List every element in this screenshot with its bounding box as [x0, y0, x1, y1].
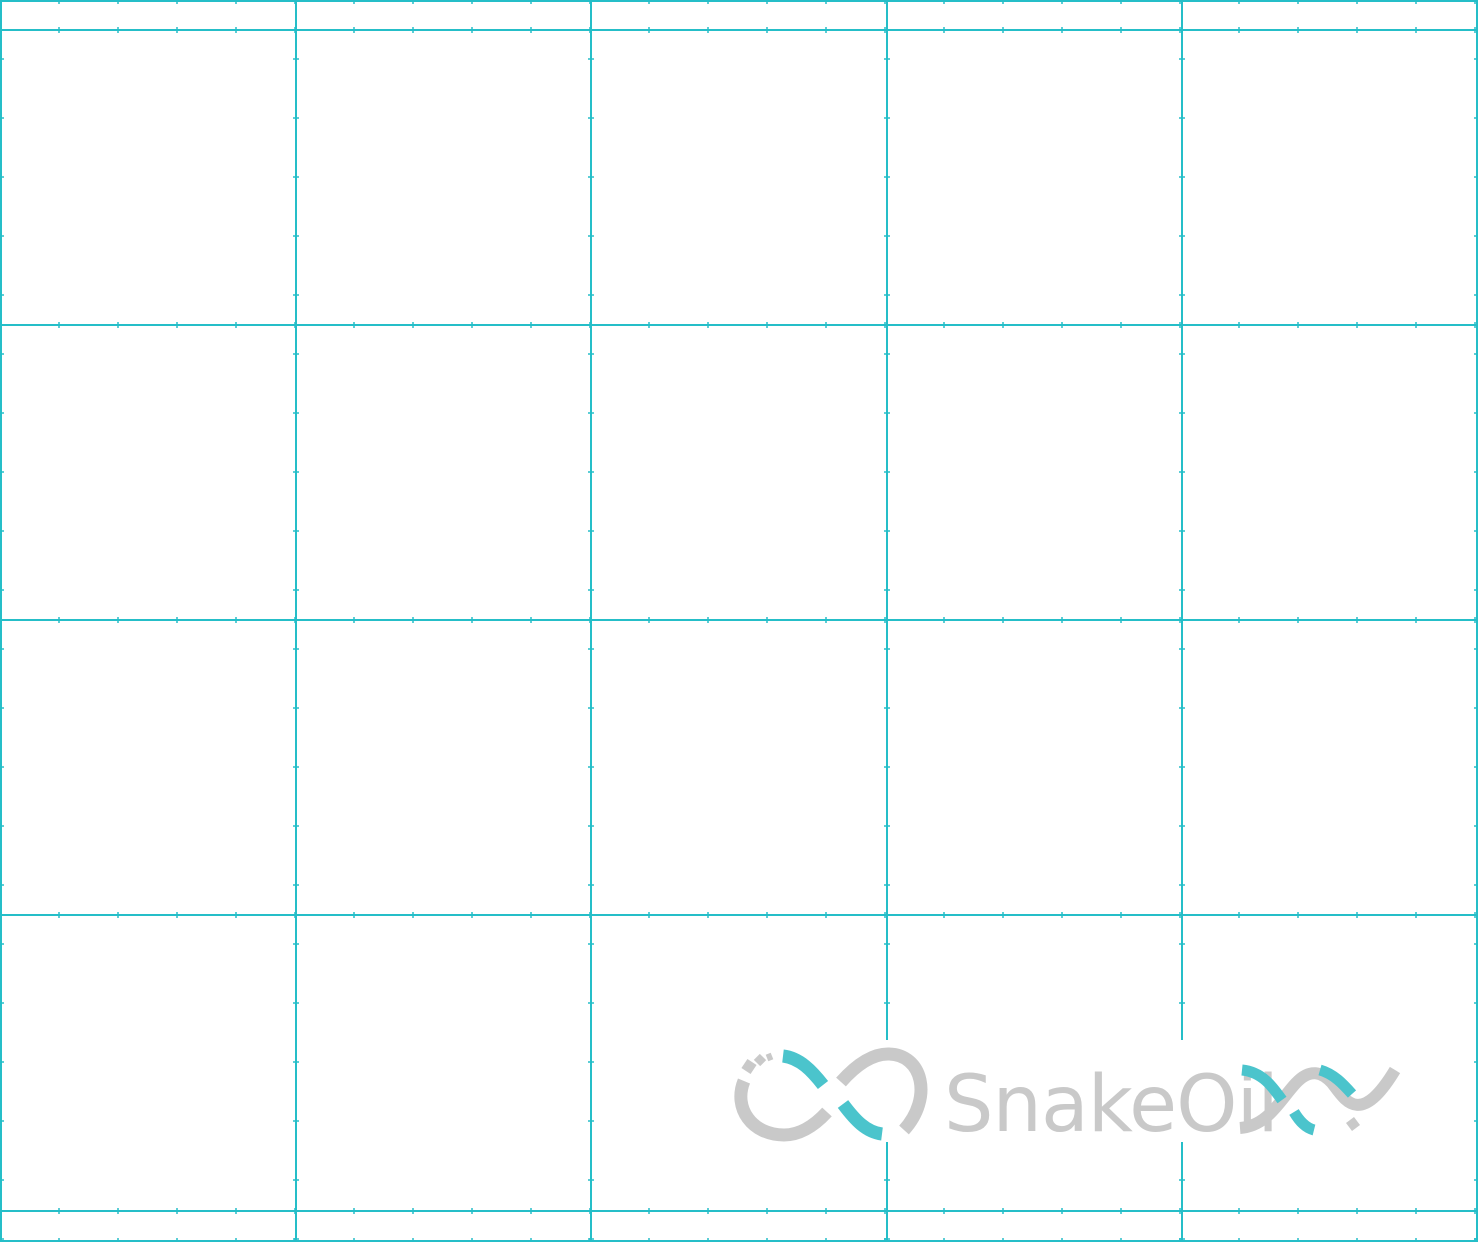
helix-gray-dash: [1346, 1117, 1360, 1131]
infinity-dash-1: [741, 1058, 757, 1075]
infinity-dash-3: [765, 1052, 774, 1062]
infinity-dash-2: [753, 1053, 767, 1067]
logo-wordmark: SnakeOil: [944, 1060, 1278, 1150]
registration-grid-sheet: SnakeOil: [0, 0, 1478, 1242]
